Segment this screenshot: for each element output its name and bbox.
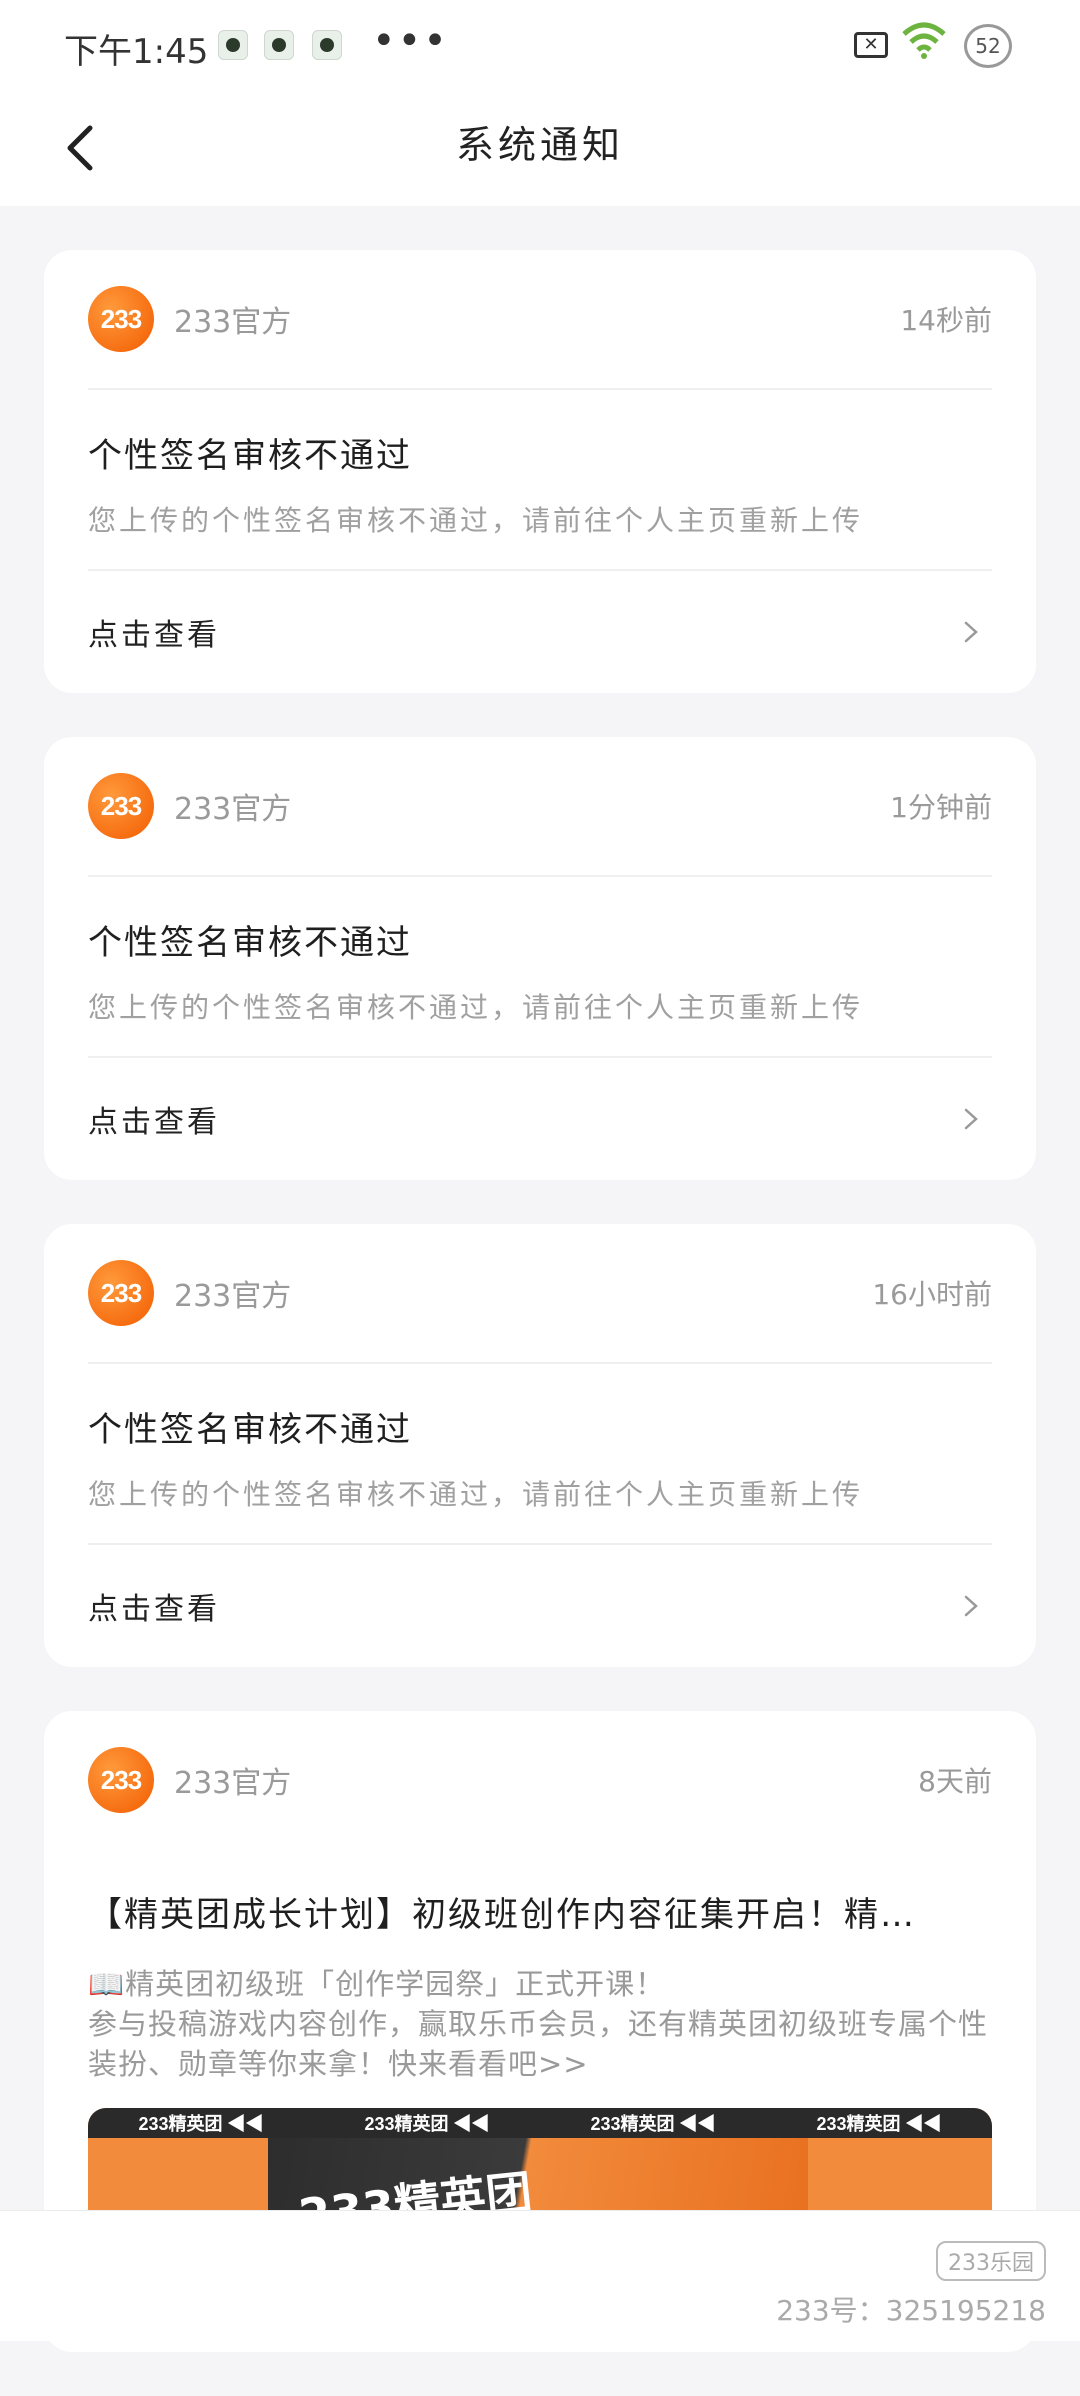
status-time: 下午1:45 (64, 32, 209, 72)
sim-blocked-icon: ✕ (854, 32, 888, 58)
notification-card[interactable]: 233 233官方 16小时前 个性签名审核不通过 您上传的个性签名审核不通过，… (44, 1224, 1036, 1667)
sender-name: 233官方 (174, 1279, 292, 1314)
notification-body: 个性签名审核不通过 您上传的个性签名审核不通过，请前往个人主页重新上传 (88, 390, 992, 571)
view-details-row[interactable]: 点击查看 (88, 1545, 992, 1667)
app-notification-icon (312, 30, 342, 60)
notification-body: 个性签名审核不通过 您上传的个性签名审核不通过，请前往个人主页重新上传 (88, 1364, 992, 1545)
notification-list: 233 233官方 14秒前 个性签名审核不通过 您上传的个性签名审核不通过，请… (44, 250, 1036, 2396)
view-details-label: 点击查看 (88, 618, 220, 653)
timestamp: 8天前 (918, 1765, 992, 1798)
timestamp: 14秒前 (900, 304, 992, 337)
view-details-row[interactable]: 点击查看 (88, 571, 992, 693)
notification-title: 个性签名审核不通过 (88, 923, 412, 963)
more-notifications-icon: ••• (372, 18, 449, 64)
notification-body: 个性签名审核不通过 您上传的个性签名审核不通过，请前往个人主页重新上传 (88, 877, 992, 1058)
avatar: 233 (88, 286, 154, 352)
avatar: 233 (88, 1260, 154, 1326)
app-notification-icon (264, 30, 294, 60)
chevron-right-icon (964, 1108, 978, 1130)
notification-title: 【精英团成长计划】初级班创作内容征集开启！精… (88, 1895, 916, 1935)
description-line: 参与投稿游戏内容创作，赢取乐币会员，还有精英团初级班专属个性装扮、勋章等你来拿！… (88, 2007, 989, 2081)
notification-header: 233 233官方 1分钟前 (88, 737, 992, 877)
notification-description: 您上传的个性签名审核不通过，请前往个人主页重新上传 (88, 991, 864, 1024)
banner-tag: 233精英团 ◀◀ (138, 2114, 264, 2134)
notification-description: 您上传的个性签名审核不通过，请前往个人主页重新上传 (88, 504, 864, 537)
page-title: 系统通知 (455, 123, 624, 167)
banner-tag: 233精英团 ◀◀ (364, 2114, 490, 2134)
notification-card[interactable]: 233 233官方 1分钟前 个性签名审核不通过 您上传的个性签名审核不通过，请… (44, 737, 1036, 1180)
notification-header: 233 233官方 16小时前 (88, 1224, 992, 1364)
view-details-row[interactable]: 点击查看 (88, 1058, 992, 1180)
page-header: 系统通知 (0, 90, 1080, 206)
banner-tag-strip: 233精英团 ◀◀ 233精英团 ◀◀ 233精英团 ◀◀ 233精英团 ◀◀ (88, 2108, 992, 2138)
chevron-right-icon (964, 621, 978, 643)
avatar: 233 (88, 1747, 154, 1813)
watermark-logo: 233乐园 (936, 2241, 1046, 2281)
sender-name: 233官方 (174, 792, 292, 827)
notification-header: 233 233官方 8天前 (88, 1711, 992, 1849)
notification-title: 个性签名审核不通过 (88, 436, 412, 476)
sender-name: 233官方 (174, 1766, 292, 1801)
sender-name: 233官方 (174, 305, 292, 340)
watermark-user-id: 233号：325195218 (776, 2294, 1046, 2327)
notification-description: 📖精英团初级班「创作学园祭」正式开课！ 参与投稿游戏内容创作，赢取乐币会员，还有… (88, 1964, 992, 2084)
banner-tag: 233精英团 ◀◀ (816, 2114, 942, 2134)
timestamp: 16小时前 (872, 1278, 992, 1311)
app-notification-icon (218, 30, 248, 60)
description-line: 📖精英团初级班「创作学园祭」正式开课！ (88, 1967, 666, 2001)
chevron-right-icon (964, 1595, 978, 1617)
notification-header: 233 233官方 14秒前 (88, 250, 992, 390)
banner-tag: 233精英团 ◀◀ (590, 2114, 716, 2134)
status-bar: 下午1:45 ••• ✕ 52 (0, 0, 1080, 90)
notification-title: 个性签名审核不通过 (88, 1410, 412, 1450)
view-details-label: 点击查看 (88, 1105, 220, 1140)
wifi-icon (902, 22, 946, 72)
battery-indicator: 52 (964, 24, 1012, 68)
bottom-bar: 233乐园 233号：325195218 (0, 2210, 1080, 2341)
view-details-label: 点击查看 (88, 1592, 220, 1627)
timestamp: 1分钟前 (890, 791, 992, 824)
notification-card[interactable]: 233 233官方 14秒前 个性签名审核不通过 您上传的个性签名审核不通过，请… (44, 250, 1036, 693)
notification-description: 您上传的个性签名审核不通过，请前往个人主页重新上传 (88, 1478, 864, 1511)
avatar: 233 (88, 773, 154, 839)
